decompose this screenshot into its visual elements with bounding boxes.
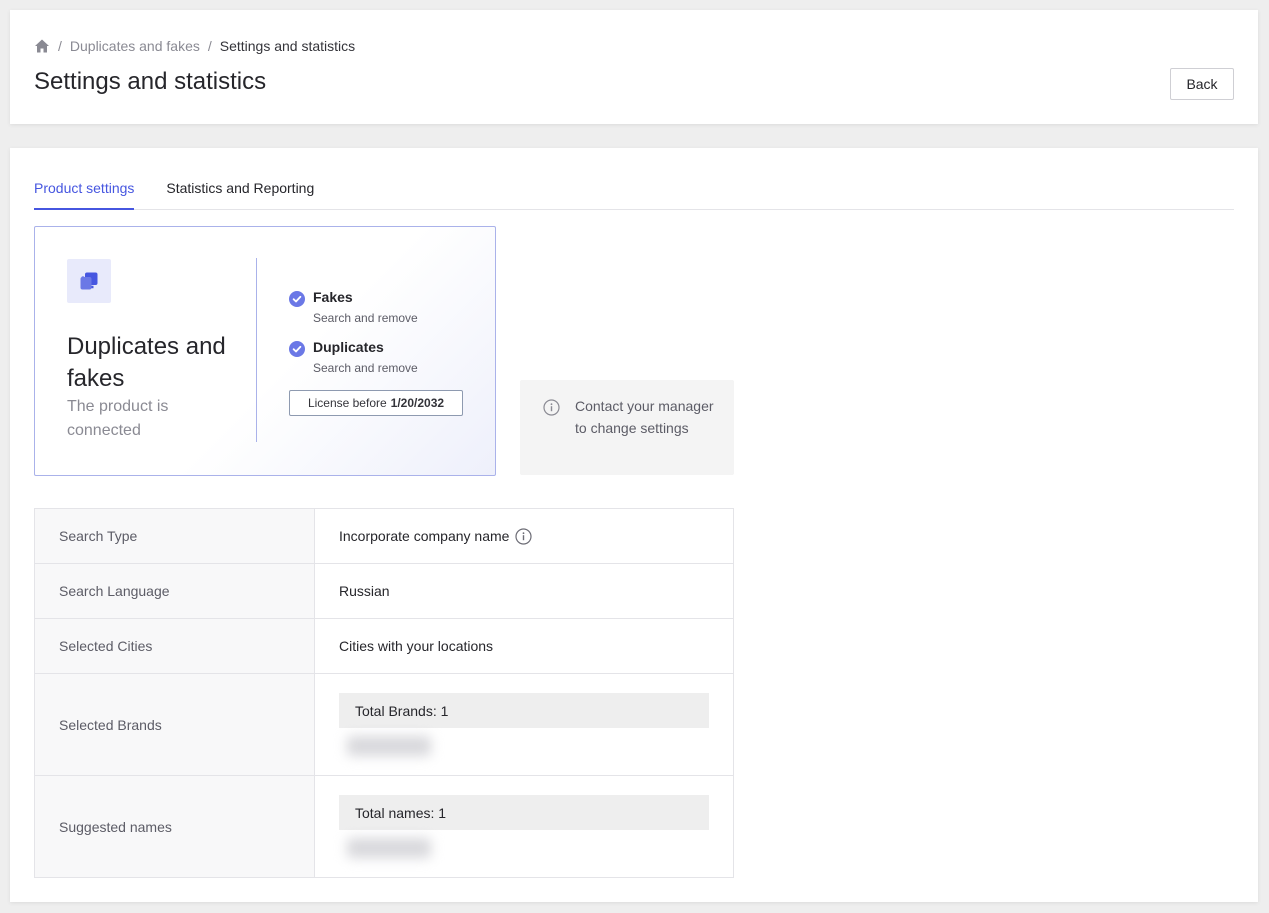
- tab-statistics-reporting[interactable]: Statistics and Reporting: [166, 170, 314, 210]
- back-button[interactable]: Back: [1170, 68, 1234, 100]
- row-label: Selected Cities: [34, 618, 315, 674]
- tab-bar: Product settings Statistics and Reportin…: [34, 170, 1234, 210]
- row-value: Total Brands: 1: [314, 673, 734, 776]
- breadcrumb-separator: /: [207, 38, 212, 54]
- check-circle-icon: [289, 291, 305, 307]
- tab-product-settings[interactable]: Product settings: [34, 170, 135, 210]
- contact-note: Contact your manager to change settings: [520, 380, 734, 475]
- header-card: / Duplicates and fakes / Settings and st…: [10, 10, 1258, 124]
- row-label: Search Language: [34, 563, 315, 619]
- table-row: Selected Brands Total Brands: 1: [34, 673, 734, 776]
- contact-note-text: Contact your manager to change settings: [575, 398, 714, 436]
- row-value: Total names: 1: [314, 775, 734, 878]
- feature-description: Search and remove: [313, 311, 418, 325]
- settings-table: Search Type Incorporate company name Sea…: [34, 508, 734, 878]
- blurred-brand-item: [347, 736, 431, 756]
- license-date: 1/20/2032: [390, 396, 445, 410]
- info-icon: [543, 399, 560, 416]
- product-card: Duplicates and fakes The product is conn…: [34, 226, 496, 476]
- table-row: Selected Cities Cities with your locatio…: [34, 618, 734, 674]
- breadcrumb-current: Settings and statistics: [219, 38, 356, 54]
- breadcrumb: / Duplicates and fakes / Settings and st…: [34, 38, 355, 54]
- page-title: Settings and statistics: [34, 68, 267, 95]
- row-label: Suggested names: [34, 775, 315, 878]
- total-brands-bar: Total Brands: 1: [339, 693, 709, 728]
- total-names-bar: Total names: 1: [339, 795, 709, 830]
- license-badge: License before 1/20/2032: [289, 390, 463, 416]
- product-icon-box: [67, 259, 111, 303]
- product-name: Duplicates and fakes: [67, 333, 226, 392]
- row-label: Search Type: [34, 508, 315, 564]
- check-circle-icon: [289, 341, 305, 357]
- breadcrumb-separator: /: [58, 38, 62, 54]
- copy-icon: [80, 272, 98, 290]
- search-language-value: Russian: [314, 563, 734, 619]
- row-value: Incorporate company name: [314, 508, 734, 564]
- selected-cities-value: Cities with your locations: [314, 618, 734, 674]
- feature-title: Fakes: [313, 289, 353, 305]
- row-label: Selected Brands: [34, 673, 315, 776]
- blurred-name-item: [347, 838, 431, 858]
- table-row: Suggested names Total names: 1: [34, 775, 734, 878]
- table-row: Search Language Russian: [34, 563, 734, 619]
- product-status: The product is connected: [67, 398, 169, 439]
- product-divider: [256, 258, 257, 442]
- license-prefix: License before: [307, 396, 387, 410]
- search-type-value: Incorporate company name: [339, 528, 510, 544]
- main-card: Product settings Statistics and Reportin…: [10, 148, 1258, 902]
- feature-description: Search and remove: [313, 361, 418, 375]
- feature-title: Duplicates: [313, 339, 384, 355]
- table-row: Search Type Incorporate company name: [34, 508, 734, 564]
- breadcrumb-link-duplicates[interactable]: Duplicates and fakes: [70, 38, 200, 54]
- home-icon[interactable]: [34, 38, 50, 54]
- info-icon[interactable]: [515, 527, 533, 545]
